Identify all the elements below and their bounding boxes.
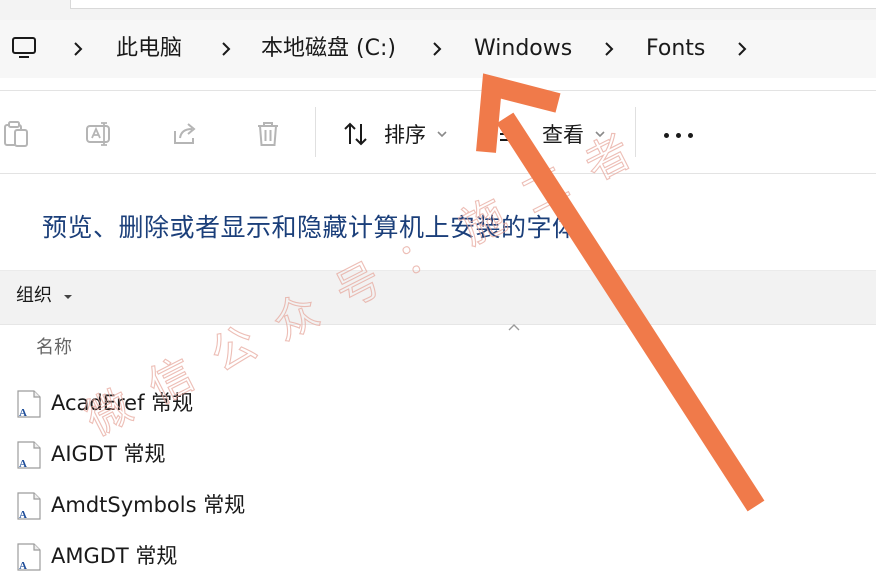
list-item[interactable]: A AcadEref 常规: [0, 383, 876, 425]
organize-bar: 组织: [0, 270, 876, 325]
more-dots-icon: [664, 133, 669, 138]
divider: [0, 90, 876, 91]
page-title: 预览、删除或者显示和隐藏计算机上安装的字体: [42, 213, 578, 242]
font-file-icon: A: [17, 441, 41, 469]
svg-text:A: A: [19, 509, 27, 520]
breadcrumb-windows[interactable]: Windows: [474, 33, 572, 65]
computer-icon[interactable]: [10, 34, 38, 62]
font-name: AcadEref 常规: [51, 391, 194, 415]
delete-icon[interactable]: [253, 119, 283, 149]
font-file-icon: A: [17, 492, 41, 520]
chevron-right-icon[interactable]: [734, 34, 750, 64]
font-file-icon: A: [17, 543, 41, 571]
address-bar[interactable]: 此电脑 本地磁盘 (C:) Windows Fonts: [0, 20, 876, 78]
toolbar-separator: [315, 107, 316, 157]
chevron-right-icon[interactable]: [70, 34, 86, 64]
svg-text:A: A: [19, 560, 27, 571]
more-options-button[interactable]: [664, 133, 696, 141]
more-dots-icon: [676, 133, 681, 138]
copy-icon[interactable]: [2, 119, 32, 149]
view-button[interactable]: 查看: [542, 121, 584, 149]
font-name: AIGDT 常规: [51, 442, 166, 466]
list-item[interactable]: A AmdtSymbols 常规: [0, 485, 876, 527]
chevron-down-icon[interactable]: [594, 129, 606, 139]
chevron-right-icon[interactable]: [218, 34, 234, 64]
title-strip: [0, 0, 876, 20]
search-box-edge[interactable]: [70, 0, 876, 9]
font-name: AMGDT 常规: [51, 544, 178, 568]
rename-icon[interactable]: [84, 119, 114, 149]
view-icon[interactable]: [497, 119, 527, 149]
more-dots-icon: [688, 133, 693, 138]
list-item[interactable]: A AIGDT 常规: [0, 434, 876, 476]
column-header-name[interactable]: 名称: [36, 334, 72, 362]
caret-down-icon[interactable]: [63, 293, 73, 301]
breadcrumb-fonts[interactable]: Fonts: [646, 33, 705, 65]
command-bar: 排序 查看: [0, 93, 876, 173]
chevron-down-icon[interactable]: [436, 129, 448, 139]
sort-button[interactable]: 排序: [384, 121, 426, 149]
chevron-right-icon[interactable]: [601, 34, 617, 64]
font-name: AmdtSymbols 常规: [51, 493, 246, 517]
breadcrumb-local-disk[interactable]: 本地磁盘 (C:): [261, 33, 396, 65]
sort-ascending-icon: [508, 324, 520, 331]
toolbar-separator: [635, 107, 636, 157]
breadcrumb-this-pc[interactable]: 此电脑: [116, 33, 182, 65]
organize-button[interactable]: 组织: [16, 283, 52, 309]
chevron-right-icon[interactable]: [429, 34, 445, 64]
share-icon[interactable]: [170, 119, 200, 149]
sort-icon[interactable]: [341, 119, 371, 149]
divider: [0, 173, 876, 174]
font-file-icon: A: [17, 390, 41, 418]
svg-text:A: A: [19, 458, 27, 469]
svg-text:A: A: [19, 407, 27, 418]
